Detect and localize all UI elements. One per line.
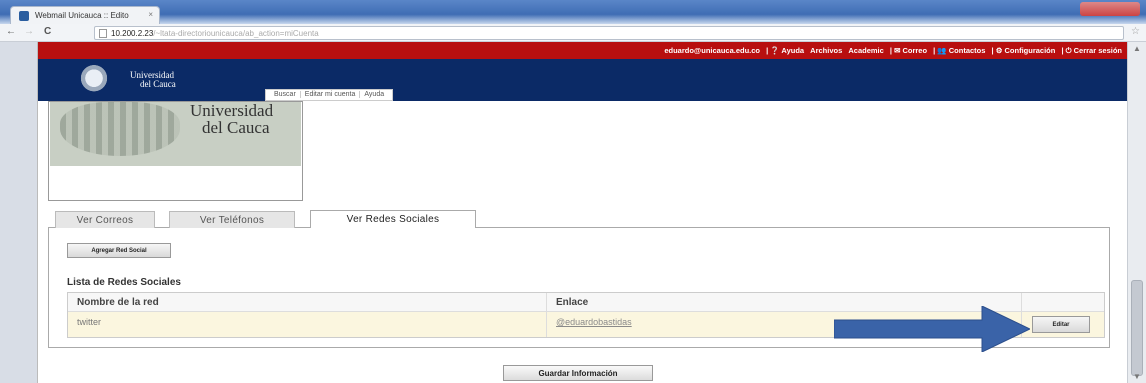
browser-window: Webmail Unicauca :: Edito × ← → C 10.200… <box>0 0 1146 383</box>
directory-menu: Buscar Editar mi cuenta Ayuda <box>265 89 394 101</box>
brand-header: Universidad del Cauca Buscar Editar mi cu… <box>38 59 1128 101</box>
reload-icon[interactable]: C <box>44 26 51 37</box>
scroll-up-icon[interactable]: ▲ <box>1133 44 1141 53</box>
webmail-page: eduardo@unicauca.edu.co | ❔ Ayuda Archiv… <box>37 42 1128 383</box>
topnav-logout[interactable]: | ⏻ Cerrar sesión <box>1061 46 1122 55</box>
photo-seal-image <box>60 102 180 156</box>
topnav-settings[interactable]: | ⚙ Configuración <box>992 46 1056 55</box>
bookmark-star-icon[interactable]: ☆ <box>1131 26 1140 37</box>
back-icon[interactable]: ← <box>6 26 16 37</box>
topnav-mail[interactable]: | ✉ Correo <box>890 46 927 55</box>
close-tab-icon[interactable]: × <box>148 10 153 19</box>
menu-search[interactable]: Buscar <box>270 91 301 98</box>
column-header-link: Enlace <box>556 297 589 308</box>
address-host: 10.200.2.23 <box>111 29 154 38</box>
column-header-name: Nombre de la red <box>77 297 159 308</box>
browser-tab[interactable]: Webmail Unicauca :: Edito × <box>10 6 160 24</box>
tab-title: Webmail Unicauca :: Edito <box>35 11 129 20</box>
topnav-files[interactable]: Archivos <box>810 46 842 55</box>
university-logo <box>73 62 115 98</box>
address-path: /~ltata-directoriounicauca/ab_action=miC… <box>153 29 319 38</box>
add-social-network-button[interactable]: Agregar Red Social <box>67 243 171 258</box>
tab-ver-redes-sociales[interactable]: Ver Redes Sociales <box>310 210 476 228</box>
brand-name: Universidad del Cauca <box>130 71 176 89</box>
column-divider <box>546 293 547 337</box>
photo-caption: Universidad del Cauca <box>190 102 273 136</box>
photo-line2: del Cauca <box>202 118 270 137</box>
profile-photo: Universidad del Cauca <box>50 102 301 166</box>
menu-edit-account[interactable]: Editar mi cuenta <box>300 91 361 98</box>
network-link[interactable]: @eduardobastidas <box>556 317 632 327</box>
tab-ver-correos[interactable]: Ver Correos <box>55 211 155 228</box>
network-name: twitter <box>77 317 102 327</box>
scroll-thumb[interactable] <box>1131 280 1143 376</box>
topnav-academic[interactable]: Academic <box>848 46 883 55</box>
forward-icon[interactable]: → <box>24 26 34 37</box>
profile-tabs: Ver Correos Ver Teléfonos Ver Redes Soci… <box>48 206 1110 228</box>
photo-line1: Universidad <box>190 101 274 120</box>
list-title: Lista de Redes Sociales <box>67 277 181 288</box>
profile-photo-frame: Universidad del Cauca <box>48 101 303 201</box>
page-icon <box>99 29 107 38</box>
brand-line2: del Cauca <box>140 79 176 89</box>
address-bar[interactable]: 10.200.2.23/~ltata-directoriounicauca/ab… <box>94 26 1124 40</box>
edit-button[interactable]: Editar <box>1032 316 1090 333</box>
browser-toolbar: ← → C 10.200.2.23/~ltata-directoriounica… <box>0 24 1146 42</box>
favicon-icon <box>19 11 29 21</box>
vertical-scrollbar[interactable]: ▲ ▼ <box>1127 42 1146 383</box>
topnav-contacts[interactable]: | 👥 Contactos <box>933 46 985 55</box>
save-info-button[interactable]: Guardar Información <box>503 365 653 381</box>
scroll-down-icon[interactable]: ▼ <box>1133 372 1141 381</box>
tab-ver-telefonos[interactable]: Ver Teléfonos <box>169 211 295 228</box>
menu-help[interactable]: Ayuda <box>360 91 388 98</box>
topnav-help[interactable]: | ❔ Ayuda <box>766 46 804 55</box>
page-viewport: eduardo@unicauca.edu.co | ❔ Ayuda Archiv… <box>0 42 1146 383</box>
user-email: eduardo@unicauca.edu.co <box>664 46 761 55</box>
callout-arrow <box>834 306 1030 352</box>
window-controls[interactable] <box>1080 2 1140 16</box>
top-nav-bar: eduardo@unicauca.edu.co | ❔ Ayuda Archiv… <box>38 42 1128 59</box>
title-bar: Webmail Unicauca :: Edito × <box>0 0 1146 24</box>
